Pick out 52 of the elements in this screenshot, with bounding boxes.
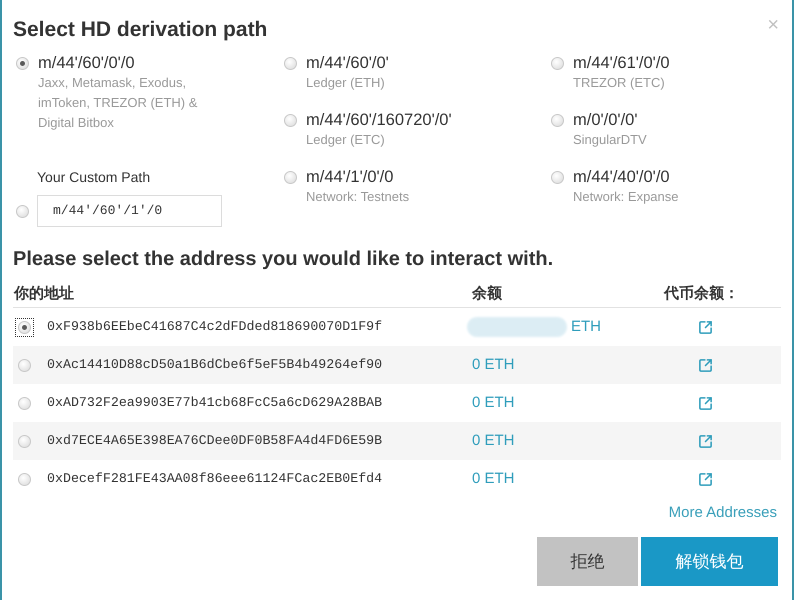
address-text: 0xF938b6EEbeC41687C4c2dFDded818690070D1F9f: [47, 318, 382, 336]
radio-button[interactable]: [18, 320, 31, 334]
address-row[interactable]: 0xd7ECE4A65E398EA76CDee0DF0B58FA4d4FD6E59B 0 ETH: [13, 422, 781, 460]
reject-button[interactable]: 拒绝: [537, 537, 638, 586]
radio-button[interactable]: [18, 396, 31, 410]
path-description: Network: Testnets: [306, 188, 410, 206]
address-text: 0xDecefF281FE43AA08f86eee61124FCac2EB0Efd4: [47, 470, 382, 488]
balance-text: ETH: [571, 316, 601, 337]
path-description: Jaxx, Metamask, Exodus, imToken, TREZOR (ETH) & Digital Bitbox: [38, 74, 198, 132]
column-header: 代币余额：: [662, 284, 739, 304]
path-label: m/44'/1'/0'/0: [306, 167, 394, 187]
path-description: Network: Expanse: [573, 188, 680, 206]
radio-button[interactable]: [16, 57, 29, 70]
radio-button[interactable]: [284, 114, 297, 127]
radio-button[interactable]: [18, 472, 31, 486]
address-text: 0xAD732F2ea9903E77b41cb68FcC5a6cD629A28BAB: [47, 394, 382, 412]
path-label: m/44'/60'/0'/0: [38, 53, 136, 73]
radio-button[interactable]: [18, 434, 31, 448]
balance-text: 0 ETH: [472, 430, 515, 451]
balance-text: 0 ETH: [472, 392, 515, 413]
radio-button[interactable]: [16, 204, 29, 218]
address-text: 0xd7ECE4A65E398EA76CDee0DF0B58FA4d4FD6E59B: [47, 432, 382, 450]
path-label: m/44'/60'/160720'/0': [306, 110, 453, 130]
path-label: m/44'/60'/0': [306, 53, 390, 73]
column-header: 你的地址: [13, 284, 75, 304]
radio-button[interactable]: [551, 57, 564, 70]
radio-button[interactable]: [551, 171, 564, 184]
external-link-icon[interactable]: [698, 396, 713, 410]
path-label: m/44'/61'/0'/0: [573, 53, 671, 73]
path-description: Ledger (ETC): [306, 131, 386, 149]
path-label: m/0'/0'/0': [573, 110, 638, 130]
address-text: 0xAc14410D88cD50a1B6dCbe6f5eF5B4b49264ef90: [47, 356, 382, 374]
radio-button[interactable]: [18, 358, 31, 372]
balance-text: 0 ETH: [472, 354, 515, 375]
path-description: Ledger (ETH): [306, 74, 386, 92]
path-label: m/44'/40'/0'/0: [573, 167, 671, 187]
radio-button[interactable]: [551, 114, 564, 127]
balance-text: 0 ETH: [472, 468, 515, 489]
path-description: SingularDTV: [573, 131, 648, 149]
custom-path-label: Your Custom Path: [37, 168, 152, 187]
path-description: TREZOR (ETC): [573, 74, 666, 92]
column-header: 余额: [472, 284, 503, 304]
external-link-icon[interactable]: [698, 434, 713, 448]
address-heading: Please select the address you would like to interact with.: [13, 247, 554, 271]
dialog-title: Select HD derivation path: [13, 17, 268, 43]
radio-button[interactable]: [284, 171, 297, 184]
address-row[interactable]: 0xAc14410D88cD50a1B6dCbe6f5eF5B4b49264ef90 0 ETH: [13, 346, 781, 384]
external-link-icon[interactable]: [698, 320, 713, 334]
external-link-icon[interactable]: [698, 472, 713, 486]
external-link-icon[interactable]: [698, 358, 713, 372]
custom-path-field[interactable]: m/44'/60'/1'/0: [37, 195, 222, 227]
radio-button[interactable]: [284, 57, 297, 70]
